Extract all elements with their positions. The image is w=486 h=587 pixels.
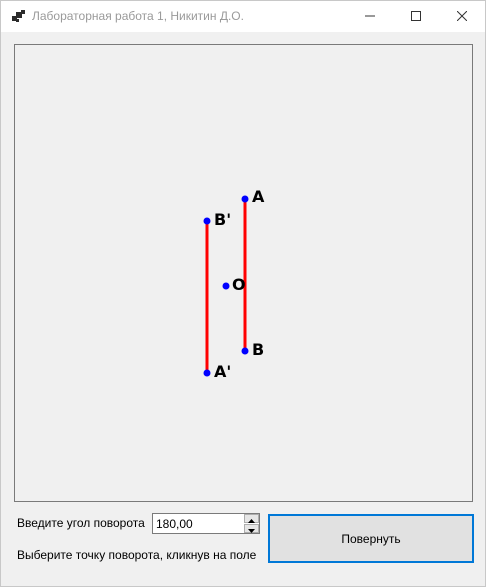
angle-input[interactable]: [153, 514, 241, 533]
angle-label: Введите угол поворота: [17, 516, 145, 530]
point-b: [241, 347, 249, 355]
title-bar: Лабораторная работа 1, Никитин Д.О.: [1, 1, 485, 32]
angle-stepper[interactable]: [152, 513, 260, 534]
window-title: Лабораторная работа 1, Никитин Д.О.: [32, 9, 244, 23]
rotate-button-label: Повернуть: [341, 531, 401, 546]
label-o: O: [232, 275, 246, 294]
point-b-prime: [203, 217, 211, 225]
rotation-point-hint: Выберите точку поворота, кликнув на поле: [17, 548, 257, 562]
point-o: [222, 282, 230, 290]
app-window-icon: [12, 10, 26, 24]
canvas-drawing: A B B' A' O: [203, 187, 265, 381]
spin-down-button[interactable]: [244, 524, 259, 533]
point-a: [241, 195, 249, 203]
rotate-button[interactable]: Повернуть: [268, 514, 474, 563]
label-a-prime: A': [214, 362, 231, 381]
minimize-button[interactable]: [347, 1, 393, 32]
label-b-prime: B': [214, 210, 231, 229]
label-a: A: [252, 187, 265, 206]
close-button[interactable]: [439, 1, 485, 32]
maximize-button[interactable]: [393, 1, 439, 32]
minimize-icon: [365, 10, 375, 24]
close-icon: [456, 10, 468, 24]
chevron-down-icon: [248, 522, 255, 536]
drawing-canvas[interactable]: A B B' A' O: [14, 44, 473, 502]
point-a-prime: [203, 369, 211, 377]
label-b: B: [252, 340, 264, 359]
app-window: Лабораторная работа 1, Никитин Д.О. A B …: [0, 0, 486, 587]
maximize-icon: [411, 10, 421, 24]
